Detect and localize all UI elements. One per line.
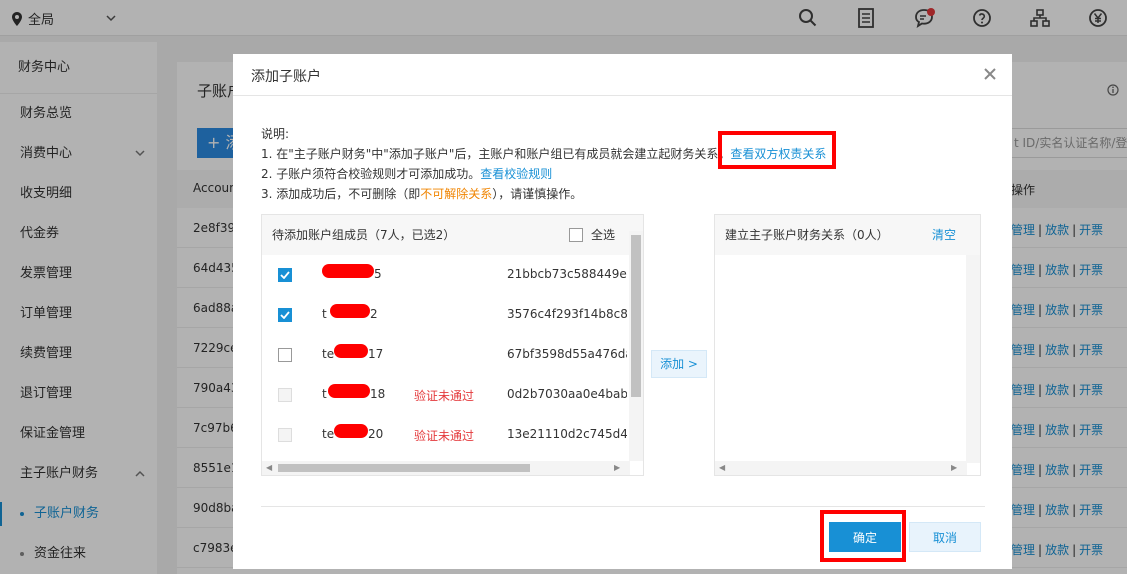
redaction-mark [334, 424, 368, 438]
pending-members-header: 待添加账户组成员（7人，已选2） 全选 [262, 215, 643, 255]
view-validation-rules-link[interactable]: 查看校验规则 [480, 167, 552, 181]
redaction-mark [328, 384, 370, 398]
divider [261, 506, 985, 507]
cannot-dissolve-warning: 不可解除关系 [420, 187, 493, 201]
list-item[interactable]: 5 21bbcb73c588449ea7 [262, 255, 630, 295]
list-item: te 20 验证未通过 13e21110d2c745d4bb [262, 415, 630, 455]
add-sub-account-dialog: 添加子账户 说明: 1. 在"主子账户财务"中"添加子账户"后，主账户和账户组已… [233, 54, 1012, 569]
scroll-left-icon[interactable]: ◀ [266, 463, 272, 472]
note-1: 1. 在"主子账户财务"中"添加子账户"后，主账户和账户组已有成员就会建立起财务… [261, 147, 731, 161]
checkbox[interactable] [278, 348, 292, 362]
list-item[interactable]: te 17 67bf3598d55a476da7 [262, 335, 630, 375]
financial-relation-header: 建立主子账户财务关系（0人） 清空 [715, 215, 980, 255]
dialog-title: 添加子账户 [251, 69, 321, 85]
checkbox-disabled [278, 388, 292, 402]
pending-members-panel: 待添加账户组成员（7人，已选2） 全选 5 21bbcb73c588449ea7… [261, 214, 644, 476]
vertical-scrollbar[interactable] [629, 231, 643, 461]
redaction-mark [334, 344, 368, 358]
highlight-box [718, 131, 836, 169]
scroll-left-icon[interactable]: ◀ [719, 463, 725, 472]
vertical-scrollbar[interactable] [966, 255, 980, 463]
clear-link[interactable]: 清空 [932, 215, 956, 255]
horizontal-scrollbar[interactable]: ◀ ▶ [715, 461, 967, 475]
checkbox-checked[interactable] [278, 268, 292, 282]
redaction-mark [330, 304, 370, 318]
add-member-button[interactable]: 添加 > [651, 350, 707, 378]
status-badge: 验证未通过 [414, 429, 475, 443]
list-item: t 18 验证未通过 0d2b7030aa0e4bab9a [262, 375, 630, 415]
dialog-header: 添加子账户 [233, 54, 1012, 96]
close-icon[interactable] [982, 66, 998, 82]
checkbox[interactable] [568, 228, 583, 242]
list-item[interactable]: t 2 3576c4f293f14b8c82e [262, 295, 630, 335]
note-2: 2. 子账户须符合校验规则才可添加成功。 [261, 167, 481, 181]
redaction-mark [322, 264, 374, 278]
checkbox-checked[interactable] [278, 308, 292, 322]
financial-relation-panel: 建立主子账户财务关系（0人） 清空 ◀ ▶ [714, 214, 981, 476]
status-badge: 验证未通过 [414, 389, 475, 403]
note-3-end: ），请谨慎操作。 [492, 187, 583, 201]
checkbox-disabled [278, 428, 292, 442]
cancel-button[interactable]: 取消 [909, 522, 981, 552]
horizontal-scrollbar[interactable]: ◀ ▶ [262, 461, 630, 475]
scroll-right-icon[interactable]: ▶ [614, 463, 620, 472]
highlight-box [820, 510, 906, 562]
scroll-right-icon[interactable]: ▶ [951, 463, 957, 472]
note-3: 3. 添加成功后，不可删除（即 [261, 187, 421, 201]
select-all-checkbox[interactable]: 全选 [568, 215, 615, 255]
